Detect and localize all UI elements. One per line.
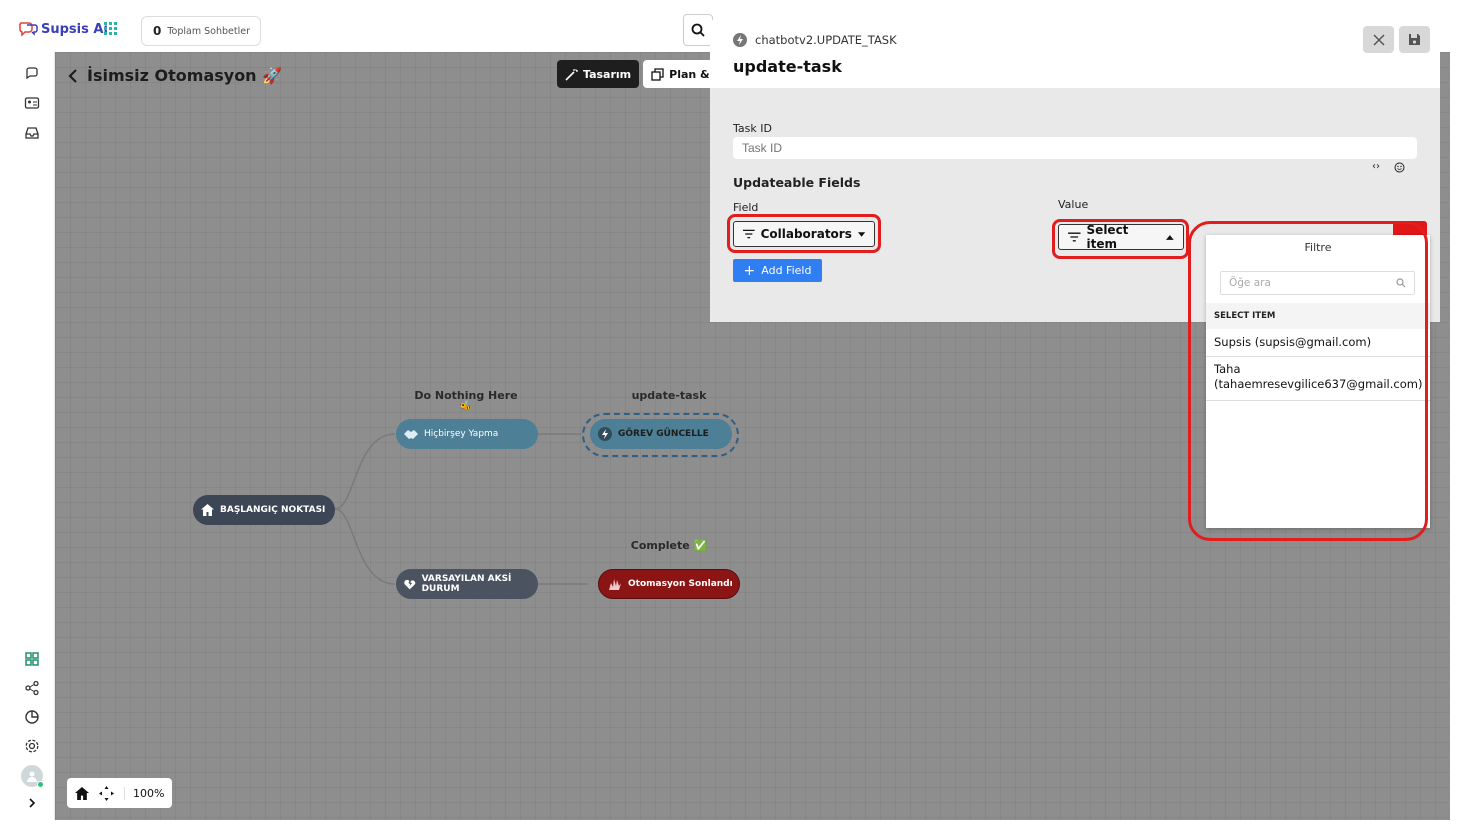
home-icon	[201, 504, 214, 516]
add-field-label: Add Field	[761, 264, 812, 277]
node-start-label: BAŞLANGIÇ NOKTASI	[220, 505, 326, 515]
updateable-fields-heading: Updateable Fields	[733, 175, 861, 190]
node-title-update: update-task	[631, 389, 707, 402]
fit-view-icon[interactable]	[99, 785, 114, 801]
node-do-nothing[interactable]: Hiçbirşey Yapma	[396, 419, 538, 449]
total-chats-counter[interactable]: 0 Toplam Sohbetler	[141, 16, 261, 46]
panel-code: chatbotv2.UPDATE_TASK	[733, 33, 897, 47]
node-start[interactable]: BAŞLANGIÇ NOKTASI	[193, 495, 335, 525]
gear-icon	[25, 739, 39, 753]
node-title-complete: Complete ✅	[630, 539, 708, 552]
broken-heart-icon	[404, 579, 416, 590]
add-field-button[interactable]: + Add Field	[733, 259, 822, 282]
highlight-value-select	[1052, 219, 1189, 259]
panel-header: chatbotv2.UPDATE_TASK update-task	[710, 20, 1440, 88]
online-status-dot	[37, 781, 44, 788]
lightning-icon	[733, 33, 747, 47]
panel-title: update-task	[733, 57, 842, 76]
zoom-level: 100%	[124, 786, 164, 800]
dashboard-icon	[25, 652, 39, 666]
close-panel-button[interactable]	[1363, 26, 1394, 53]
sidebar-item-contacts[interactable]	[23, 94, 41, 112]
chat-refresh-icon	[26, 67, 38, 80]
inbox-icon	[25, 127, 39, 139]
sidebar-expand-button[interactable]	[23, 794, 41, 812]
chevron-right-icon	[29, 798, 36, 808]
zoom-controls: 100%	[67, 778, 173, 808]
sidebar-item-reports[interactable]	[23, 708, 41, 726]
bee-emoji: 🐝	[459, 401, 473, 412]
node-complete[interactable]: Otomasyon Sonlandı	[598, 569, 740, 599]
node-complete-label: Otomasyon Sonlandı	[628, 579, 733, 589]
clock-chart-icon	[25, 710, 39, 724]
highlight-field-select	[727, 214, 881, 253]
node-default[interactable]: VARSAYILAN AKSİ DURUM	[396, 569, 538, 599]
share-icon	[25, 680, 39, 696]
waving-hands-icon	[609, 579, 621, 590]
highlight-dropdown-menu	[1188, 221, 1428, 541]
logo-icon	[19, 22, 38, 37]
app-window: Supsis Ai 0 Toplam Sohbetler İsimsiz Oto…	[10, 10, 1450, 820]
node-update-task-label: GÖREV GÜNCELLE	[618, 429, 709, 439]
apps-grid-icon[interactable]	[104, 22, 118, 36]
sidebar-item-conversations[interactable]	[23, 64, 41, 82]
node-title-do-nothing: Do Nothing Here 🐝	[386, 389, 546, 412]
node-default-label: VARSAYILAN AKSİ DURUM	[421, 574, 512, 594]
task-id-input[interactable]	[733, 137, 1417, 159]
chat-count-label: Toplam Sohbetler	[167, 25, 250, 37]
search-button[interactable]	[683, 14, 713, 46]
lightning-icon	[598, 427, 612, 441]
app-name: Supsis Ai	[41, 21, 108, 37]
sidebar-item-dashboard[interactable]	[23, 650, 41, 668]
logo[interactable]: Supsis Ai	[18, 21, 108, 37]
handshake-icon	[404, 430, 418, 439]
code-brackets-icon[interactable]: ‹›	[1372, 161, 1380, 172]
search-icon	[691, 23, 705, 37]
contact-card-icon	[24, 97, 40, 109]
save-button[interactable]	[1399, 26, 1430, 53]
save-icon	[1409, 34, 1420, 45]
avatar-icon	[27, 771, 37, 782]
chat-count: 0	[153, 24, 162, 38]
plus-icon: +	[743, 262, 756, 279]
node-update-task[interactable]: GÖREV GÜNCELLE	[590, 419, 732, 449]
sidebar	[10, 52, 55, 820]
close-icon	[1372, 33, 1385, 46]
home-icon[interactable]	[75, 786, 89, 800]
panel-code-text: chatbotv2.UPDATE_TASK	[755, 33, 897, 47]
task-id-label: Task ID	[733, 122, 772, 135]
user-avatar[interactable]	[21, 765, 44, 788]
sidebar-item-inbox[interactable]	[23, 124, 41, 142]
sidebar-item-settings[interactable]	[23, 737, 41, 755]
emoji-icon[interactable]	[1394, 162, 1405, 173]
value-label: Value	[1058, 198, 1089, 211]
field-label: Field	[733, 201, 759, 214]
sidebar-item-share[interactable]	[23, 679, 41, 697]
node-do-nothing-label: Hiçbirşey Yapma	[424, 429, 499, 439]
